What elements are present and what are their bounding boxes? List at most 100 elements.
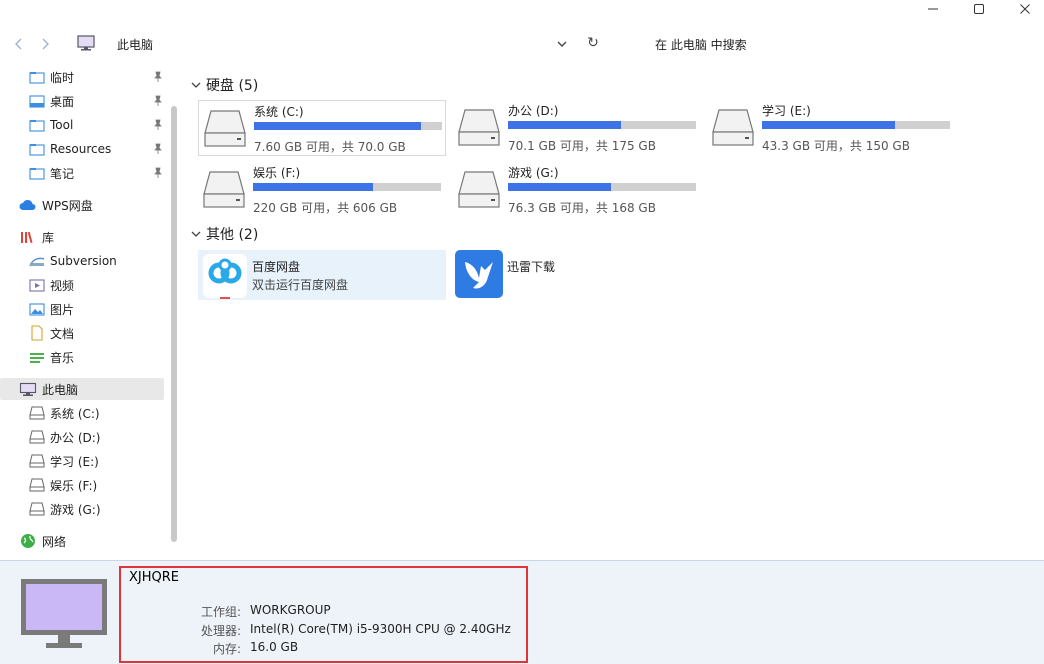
sidebar-item-label: 库 <box>42 230 55 245</box>
navigation-pane: 临时 桌面 Tool Resources 笔记 WPS网盘 库 Subversi… <box>0 66 168 556</box>
desktop-icon <box>28 93 46 109</box>
sidebar-item-drive-g[interactable]: 游戏 (G:) <box>0 498 164 520</box>
sidebar-item-label: 临时 <box>50 70 75 85</box>
sidebar-item-label: 系统 (C:) <box>50 406 100 421</box>
maximize-icon <box>974 4 984 14</box>
document-icon <box>28 325 46 341</box>
this-pc-icon <box>76 34 96 55</box>
drive-usage-bar <box>762 121 950 129</box>
app-name: 百度网盘 <box>252 260 301 274</box>
drive-name: 系统 (C:) <box>254 105 304 119</box>
folder-icon <box>28 117 46 133</box>
sidebar-item-drive-c[interactable]: 系统 (C:) <box>0 402 164 424</box>
video-icon <box>28 277 46 293</box>
hard-drive-icon <box>203 109 247 152</box>
refresh-button[interactable]: ↻ <box>584 34 602 52</box>
pin-icon <box>152 142 164 156</box>
sidebar-item-label: 此电脑 <box>42 382 79 397</box>
drive-name: 娱乐 (F:) <box>253 166 301 180</box>
hard-drive-icon <box>28 477 46 493</box>
drive-tile-c[interactable]: 系统 (C:) 7.60 GB 可用，共 70.0 GB <box>198 100 446 156</box>
sidebar-item-label: 图片 <box>50 302 75 317</box>
sidebar-item-drive-f[interactable]: 娱乐 (F:) <box>0 474 164 496</box>
sidebar-item-wps[interactable]: WPS网盘 <box>0 194 164 216</box>
sidebar-item-music[interactable]: 音乐 <box>0 346 164 368</box>
library-icon <box>19 229 37 245</box>
group-header-hard-disks[interactable]: 硬盘 (5) <box>190 75 258 95</box>
details-pane: XJHQRE 工作组: WORKGROUP 处理器: Intel(R) Core… <box>0 560 1044 664</box>
sidebar-item-network[interactable]: 网络 <box>0 530 164 552</box>
drive-name: 办公 (D:) <box>508 104 559 118</box>
memory-label: 内存: <box>212 642 241 656</box>
drive-space-info: 76.3 GB 可用，共 168 GB <box>508 201 656 215</box>
sidebar-item-subversion[interactable]: Subversion <box>0 250 164 272</box>
subversion-icon <box>28 253 46 269</box>
group-header-others[interactable]: 其他 (2) <box>190 224 258 244</box>
forward-arrow-icon <box>42 38 49 50</box>
sidebar-item-resources[interactable]: Resources <box>0 138 164 160</box>
pin-icon <box>152 70 164 84</box>
drive-usage-bar <box>253 183 441 191</box>
sidebar-item-label: 娱乐 (F:) <box>50 478 98 493</box>
drive-tile-e[interactable]: 学习 (E:) 43.3 GB 可用，共 150 GB <box>707 100 955 156</box>
drive-usage-bar <box>508 121 696 129</box>
sidebar-item-documents[interactable]: 文档 <box>0 322 164 344</box>
address-dropdown-button[interactable] <box>554 36 570 52</box>
minimize-icon <box>928 8 938 10</box>
sidebar-item-label: 文档 <box>50 326 75 341</box>
this-pc-icon <box>19 381 37 397</box>
drive-tile-g[interactable]: 游戏 (G:) 76.3 GB 可用，共 168 GB <box>453 162 701 218</box>
network-globe-icon <box>19 533 37 549</box>
hard-drive-icon <box>28 501 46 517</box>
hard-drive-icon <box>457 108 501 151</box>
workgroup-label: 工作组: <box>200 605 241 619</box>
sidebar-item-videos[interactable]: 视频 <box>0 274 164 296</box>
sidebar-item-label: 音乐 <box>50 350 75 365</box>
sidebar-item-label: 办公 (D:) <box>50 430 101 445</box>
sidebar-item-library[interactable]: 库 <box>0 226 164 248</box>
forward-button[interactable] <box>36 35 54 53</box>
app-tile-baidu-netdisk[interactable]: 百度网盘 双击运行百度网盘 <box>198 250 446 300</box>
sidebar-item-label: 游戏 (G:) <box>50 502 101 517</box>
address-path[interactable]: 此电脑 <box>117 36 153 53</box>
title-bar <box>0 0 1044 22</box>
sidebar-item-tool[interactable]: Tool <box>0 114 164 136</box>
sidebar-item-desktop[interactable]: 桌面 <box>0 90 164 112</box>
app-tile-thunder[interactable]: 迅雷下载 <box>453 250 653 300</box>
close-button[interactable] <box>1002 0 1044 18</box>
cloud-icon <box>19 197 37 213</box>
hard-drive-icon <box>202 170 246 213</box>
folder-icon <box>28 141 46 157</box>
workgroup-value: WORKGROUP <box>250 603 331 617</box>
sidebar-item-label: 桌面 <box>50 94 75 109</box>
hard-drive-icon <box>28 405 46 421</box>
refresh-icon: ↻ <box>587 35 599 51</box>
drive-tile-f[interactable]: 娱乐 (F:) 220 GB 可用，共 606 GB <box>198 162 446 218</box>
sidebar-item-pictures[interactable]: 图片 <box>0 298 164 320</box>
pin-icon <box>152 118 164 132</box>
app-description: 双击运行百度网盘 <box>252 278 349 292</box>
search-input[interactable]: 在 此电脑 中搜索 <box>655 36 747 53</box>
group-title: 硬盘 (5) <box>206 78 259 94</box>
drive-space-info: 70.1 GB 可用，共 175 GB <box>508 139 656 153</box>
baidu-netdisk-icon <box>202 253 248 302</box>
back-button[interactable] <box>10 35 28 53</box>
sidebar-item-label: Resources <box>50 142 112 156</box>
memory-value: 16.0 GB <box>250 640 299 654</box>
drive-name: 学习 (E:) <box>762 104 811 118</box>
app-name: 迅雷下载 <box>507 260 556 274</box>
hard-drive-icon <box>28 453 46 469</box>
sidebar-scrollbar[interactable] <box>171 106 177 542</box>
pin-icon <box>152 166 164 180</box>
sidebar-item-drive-d[interactable]: 办公 (D:) <box>0 426 164 448</box>
minimize-button[interactable] <box>910 0 956 18</box>
sidebar-item-label: Subversion <box>50 254 117 268</box>
sidebar-item-this-pc[interactable]: 此电脑 <box>0 378 164 400</box>
maximize-button[interactable] <box>956 0 1002 18</box>
chevron-down-icon <box>557 41 567 47</box>
sidebar-item-drive-e[interactable]: 学习 (E:) <box>0 450 164 472</box>
drive-tile-d[interactable]: 办公 (D:) 70.1 GB 可用，共 175 GB <box>453 100 701 156</box>
sidebar-item-notes[interactable]: 笔记 <box>0 162 164 184</box>
sidebar-item-temp[interactable]: 临时 <box>0 66 164 88</box>
folder-icon <box>28 165 46 181</box>
